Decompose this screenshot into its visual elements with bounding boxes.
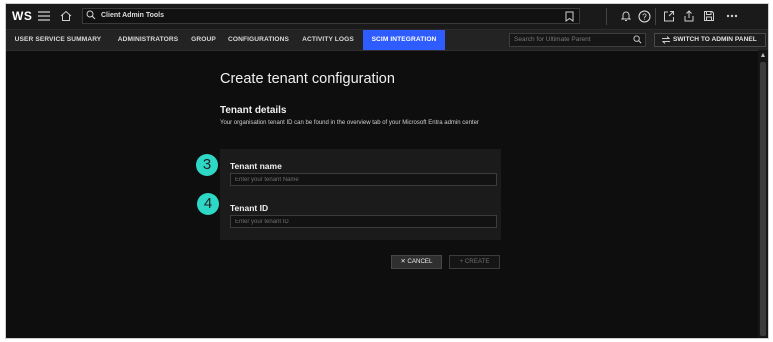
more-options-icon[interactable] — [724, 7, 740, 25]
tenant-id-input[interactable] — [230, 215, 497, 228]
tab-user-service-summary[interactable]: USER SERVICE SUMMARY — [6, 30, 110, 50]
tenant-id-label: Tenant ID — [230, 203, 269, 213]
save-icon[interactable] — [702, 7, 716, 25]
page-title: Create tenant configuration — [220, 71, 395, 87]
ultimate-parent-search[interactable]: Search for Ultimate Parent — [509, 33, 646, 47]
ultimate-parent-search-placeholder: Search for Ultimate Parent — [514, 36, 591, 43]
share-icon[interactable] — [682, 7, 696, 25]
nav-bar: USER SERVICE SUMMARY ADMINISTRATORS GROU… — [6, 30, 768, 51]
toolbar-divider — [655, 8, 656, 25]
bell-icon[interactable] — [619, 7, 633, 25]
menu-icon[interactable] — [36, 7, 52, 25]
scrollbar-thumb[interactable] — [760, 62, 766, 336]
tab-group[interactable]: GROUP — [186, 30, 221, 50]
create-button[interactable]: + CREATE — [449, 255, 500, 269]
top-bar: WS Client Admin Tools ? — [6, 4, 768, 30]
app-search-text: Client Admin Tools — [101, 12, 164, 19]
scroll-up-icon[interactable]: ▲ — [758, 51, 768, 61]
tab-administrators[interactable]: ADMINISTRATORS — [112, 30, 184, 50]
section-title: Tenant details — [220, 105, 287, 116]
toolbar-divider — [606, 8, 607, 25]
switch-icon — [661, 35, 671, 50]
section-description: Your organisation tenant ID can be found… — [220, 120, 479, 126]
home-icon[interactable] — [58, 7, 74, 25]
bookmark-icon[interactable] — [562, 7, 576, 25]
svg-text:?: ? — [642, 12, 647, 21]
step-3-badge: 3 — [196, 154, 218, 176]
help-icon[interactable]: ? — [637, 7, 651, 25]
switch-to-admin-panel-button[interactable]: SWITCH TO ADMIN PANEL — [654, 33, 766, 47]
tenant-name-label: Tenant name — [230, 161, 282, 171]
tab-activity-logs[interactable]: ACTIVITY LOGS — [298, 30, 358, 50]
tenant-details-panel: Tenant name Tenant ID — [220, 149, 501, 240]
new-window-icon[interactable] — [662, 7, 676, 25]
search-icon — [86, 10, 96, 26]
cancel-button[interactable]: ✕ CANCEL — [391, 255, 442, 269]
tenant-name-input[interactable] — [230, 173, 497, 186]
search-icon[interactable] — [633, 35, 642, 49]
tab-scim-integration[interactable]: SCIM INTEGRATION — [363, 30, 445, 50]
tab-configurations[interactable]: CONFIGURATIONS — [224, 30, 293, 50]
switch-to-admin-panel-label: SWITCH TO ADMIN PANEL — [673, 36, 757, 43]
app-logo: WS — [12, 9, 33, 23]
step-4-badge: 4 — [197, 193, 219, 215]
app-search-box[interactable]: Client Admin Tools — [82, 8, 580, 24]
app-window: WS Client Admin Tools ? USER SERVICE SUM… — [6, 4, 768, 338]
